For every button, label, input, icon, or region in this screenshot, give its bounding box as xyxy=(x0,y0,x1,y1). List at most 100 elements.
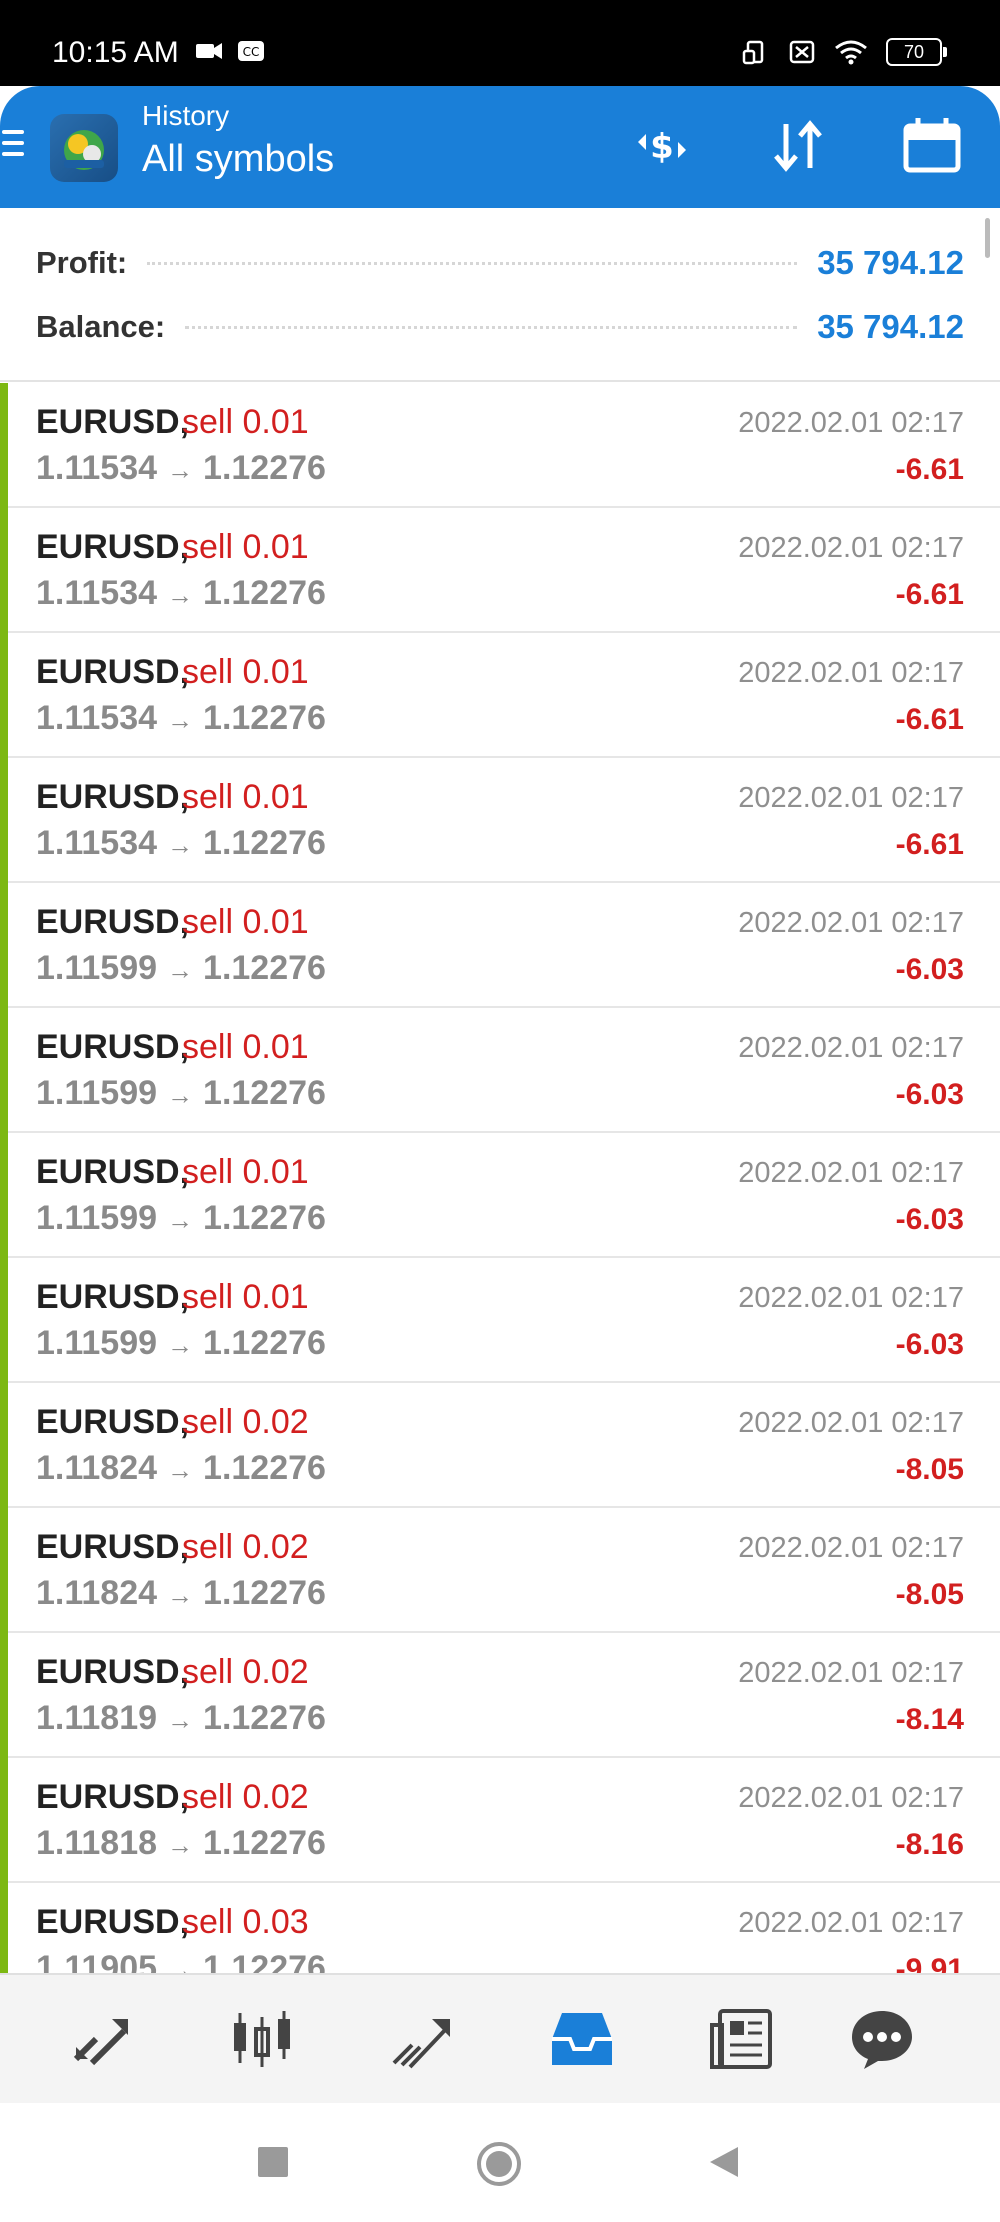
trade-arrow: → xyxy=(167,955,194,985)
trade-arrow: → xyxy=(167,1205,194,1235)
trade-time: 2022.02.01 02:17 xyxy=(738,657,964,689)
trade-row[interactable]: EURUSD, sell 0.02 1.11819 → 1.12276 2022.02.0… xyxy=(0,1633,1000,1758)
trade-open-price: 1.11824 xyxy=(36,1574,158,1612)
trade-open-price: 1.11824 xyxy=(36,1449,158,1487)
trade-close-price: 1.12276 xyxy=(203,1824,326,1862)
battery-level: 70 xyxy=(903,42,925,62)
recent-apps-icon[interactable] xyxy=(256,2145,290,2179)
trades-list[interactable]: EURUSD, sell 0.01 1.11534 → 1.12276 2022.02.0… xyxy=(0,383,1000,1973)
history-icon[interactable] xyxy=(546,2003,618,2075)
chart-icon[interactable] xyxy=(226,2003,298,2075)
trade-open-price: 1.11534 xyxy=(36,824,158,862)
trade-row[interactable]: EURUSD, sell 0.01 1.11534 → 1.12276 2022.02.0… xyxy=(0,633,1000,758)
home-icon[interactable] xyxy=(476,2141,522,2187)
bottom-nav xyxy=(0,1973,1000,2103)
trade-open-price: 1.11599 xyxy=(36,1199,158,1237)
trade-profit: -8.16 xyxy=(895,1828,964,1861)
trade-open-price: 1.11818 xyxy=(36,1824,158,1862)
app-header: History All symbols $ xyxy=(0,86,1000,208)
wifi-icon xyxy=(835,40,867,65)
trade-arrow: → xyxy=(167,1455,194,1485)
trade-time: 2022.02.01 02:17 xyxy=(738,1407,964,1439)
profit-row: Profit: 35 794.12 xyxy=(36,238,964,288)
trade-row[interactable]: EURUSD, sell 0.02 1.11818 → 1.12276 2022.02.0… xyxy=(0,1758,1000,1883)
currency-exchange-icon[interactable]: $ xyxy=(630,114,694,178)
sort-icon[interactable] xyxy=(766,114,830,178)
trade-close-price: 1.12276 xyxy=(203,1199,326,1237)
header-title[interactable]: All symbols xyxy=(142,138,334,181)
scrollbar[interactable] xyxy=(985,218,990,258)
system-nav xyxy=(0,2103,1000,2222)
trade-symbol: EURUSD, xyxy=(36,653,190,691)
trade-close-price: 1.12276 xyxy=(203,1324,326,1362)
menu-icon[interactable] xyxy=(2,130,24,160)
trade-open-price: 1.11599 xyxy=(36,949,158,987)
app-logo xyxy=(50,114,118,182)
trade-arrow: → xyxy=(167,1330,194,1360)
trade-time: 2022.02.01 02:17 xyxy=(738,407,964,439)
trade-side: sell 0.02 xyxy=(182,1403,309,1441)
trade-side: sell 0.01 xyxy=(182,1278,309,1316)
trade-time: 2022.02.01 02:17 xyxy=(738,532,964,564)
trade-symbol: EURUSD, xyxy=(36,528,190,566)
trade-profit: -6.03 xyxy=(895,1203,964,1236)
chat-icon[interactable] xyxy=(846,2003,918,2075)
trade-symbol: EURUSD, xyxy=(36,1028,190,1066)
trade-side: sell 0.01 xyxy=(182,403,309,441)
trade-arrow: → xyxy=(167,1705,194,1735)
trade-symbol: EURUSD, xyxy=(36,403,190,441)
svg-text:CC: CC xyxy=(243,45,260,59)
trade-open-price: 1.11534 xyxy=(36,574,158,612)
calendar-icon[interactable] xyxy=(900,114,964,178)
svg-text:$: $ xyxy=(650,127,674,167)
trade-row[interactable]: EURUSD, sell 0.01 1.11599 → 1.12276 2022.02.0… xyxy=(0,1133,1000,1258)
trade-open-price: 1.11599 xyxy=(36,1074,158,1112)
trade-profit: -6.61 xyxy=(895,453,964,486)
trade-arrow: → xyxy=(167,455,194,485)
profit-value: 35 794.12 xyxy=(817,244,964,281)
trade-side: sell 0.01 xyxy=(182,653,309,691)
trade-profit: -6.03 xyxy=(895,1078,964,1111)
trade-arrow: → xyxy=(167,1955,194,1973)
trade-arrow: → xyxy=(167,1580,194,1610)
trade-row[interactable]: EURUSD, sell 0.02 1.11824 → 1.12276 2022.02.0… xyxy=(0,1383,1000,1508)
trade-close-price: 1.12276 xyxy=(203,1574,326,1612)
trade-symbol: EURUSD, xyxy=(36,1778,190,1816)
trade-arrow: → xyxy=(167,830,194,860)
trade-profit: -9.91 xyxy=(895,1953,964,1973)
trade-row[interactable]: EURUSD, sell 0.01 1.11599 → 1.12276 2022.02.0… xyxy=(0,883,1000,1008)
trade-profit: -6.61 xyxy=(895,828,964,861)
header-subtitle: History xyxy=(142,100,230,131)
trade-row[interactable]: EURUSD, sell 0.01 1.11534 → 1.12276 2022.02.0… xyxy=(0,758,1000,883)
account-summary: Profit: 35 794.12 Balance: 35 794.12 xyxy=(0,208,1000,382)
trade-row[interactable]: EURUSD, sell 0.02 1.11824 → 1.12276 2022.02.0… xyxy=(0,1508,1000,1633)
trade-row[interactable]: EURUSD, sell 0.01 1.11534 → 1.12276 2022.02.0… xyxy=(0,508,1000,633)
trade-row[interactable]: EURUSD, sell 0.01 1.11534 → 1.12276 2022.02.0… xyxy=(0,383,1000,508)
trade-open-price: 1.11534 xyxy=(36,699,158,737)
balance-label: Balance: xyxy=(36,309,166,344)
trade-arrow: → xyxy=(167,1830,194,1860)
trade-row[interactable]: EURUSD, sell 0.01 1.11599 → 1.12276 2022.02.0… xyxy=(0,1008,1000,1133)
video-icon xyxy=(196,43,222,59)
trade-symbol: EURUSD, xyxy=(36,1278,190,1316)
trade-icon[interactable] xyxy=(386,2003,458,2075)
trade-time: 2022.02.01 02:17 xyxy=(738,1657,964,1689)
back-icon[interactable] xyxy=(706,2145,740,2179)
trade-row[interactable]: EURUSD, sell 0.01 1.11599 → 1.12276 2022.02.0… xyxy=(0,1258,1000,1383)
trade-profit: -6.03 xyxy=(895,1328,964,1361)
trade-side: sell 0.01 xyxy=(182,903,309,941)
cc-icon: CC xyxy=(238,41,264,61)
balance-row: Balance: 35 794.12 xyxy=(36,302,964,352)
trade-prices: 1.11599 → 1.12276 xyxy=(36,1324,326,1363)
trade-symbol: EURUSD, xyxy=(36,778,190,816)
trade-close-price: 1.12276 xyxy=(203,574,326,612)
trade-row[interactable]: EURUSD, sell 0.03 1.11905 → 1.12276 2022.02.0… xyxy=(0,1883,1000,1973)
trade-time: 2022.02.01 02:17 xyxy=(738,782,964,814)
trade-side: sell 0.01 xyxy=(182,1028,309,1066)
trade-side: sell 0.01 xyxy=(182,778,309,816)
trade-symbol: EURUSD, xyxy=(36,1528,190,1566)
trade-prices: 1.11824 → 1.12276 xyxy=(36,1574,326,1613)
news-icon[interactable] xyxy=(706,2003,778,2075)
quotes-icon[interactable] xyxy=(66,2003,138,2075)
trade-profit: -8.05 xyxy=(895,1453,964,1486)
